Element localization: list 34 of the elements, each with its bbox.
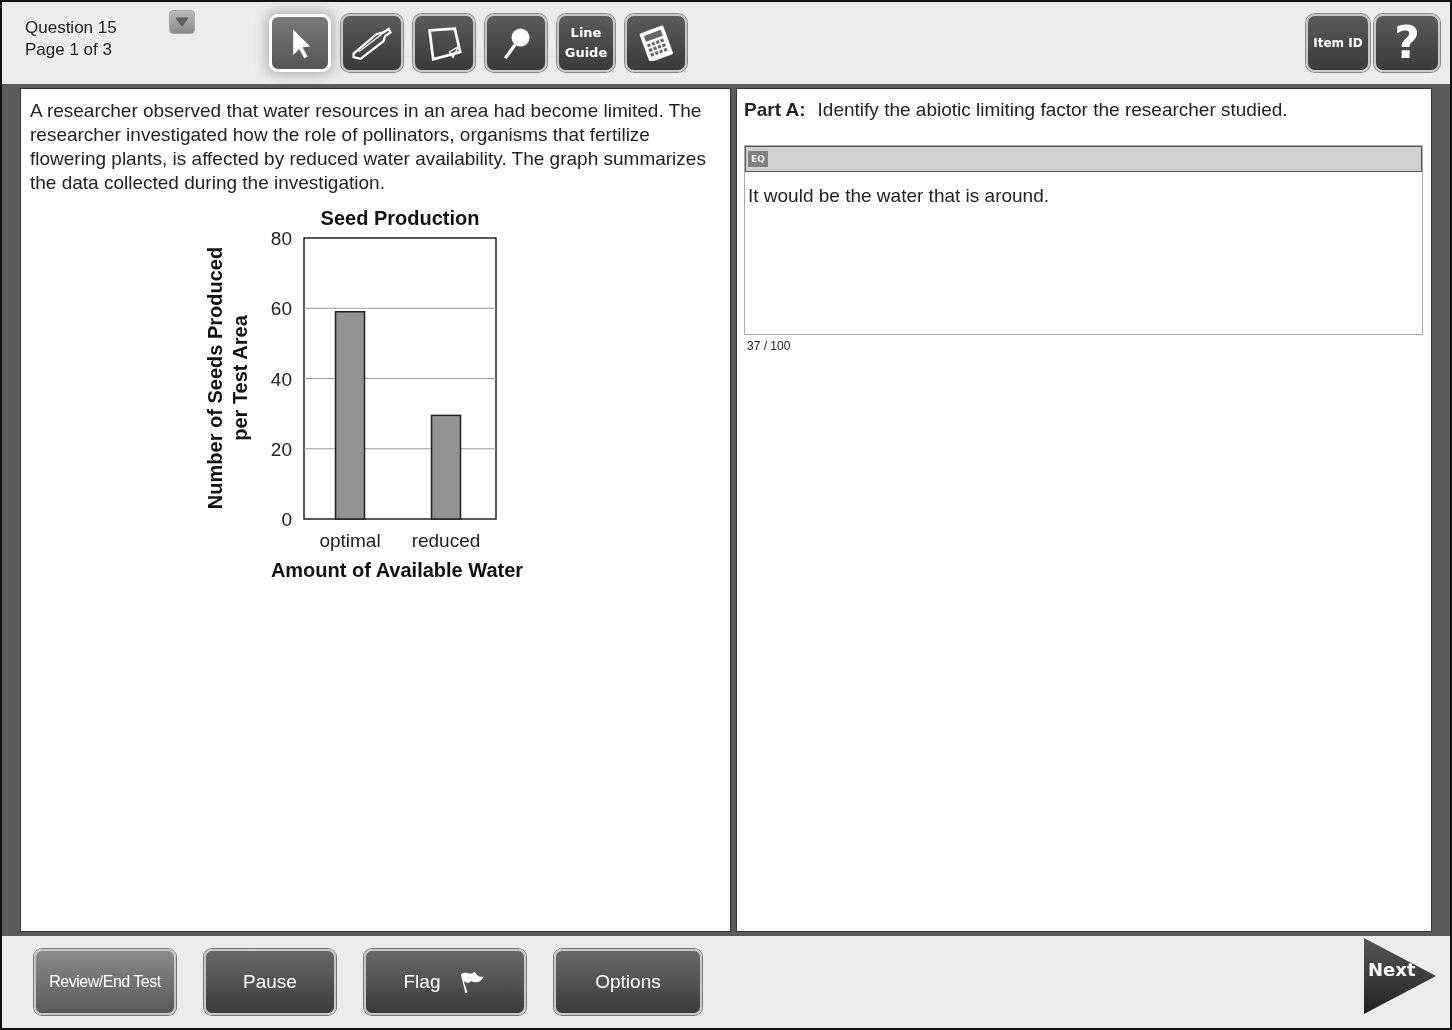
chart-title: Seed Production [320, 207, 480, 229]
line-guide-button[interactable]: Line Guide [557, 14, 615, 72]
y-axis-label: Number of Seeds Produced [204, 246, 226, 510]
x-axis-label: Amount of Available Water [270, 559, 524, 581]
next-button[interactable]: Next [1364, 938, 1436, 1014]
item-id-button[interactable]: Item ID [1306, 14, 1370, 72]
character-counter: 37 / 100 [746, 339, 792, 353]
note-tool-button[interactable] [413, 14, 475, 72]
highlighter-icon [350, 25, 394, 61]
y-tick-label: 80 [270, 228, 292, 249]
y-tick-label: 60 [270, 298, 292, 320]
answer-field[interactable]: It would be the water that is around. [745, 172, 1422, 334]
pointer-tool-button[interactable] [269, 14, 331, 72]
footer-button[interactable]: Review/End Test [34, 949, 176, 1015]
footer-button[interactable]: Pause [204, 949, 336, 1015]
passage-text: A researcher observed that water resources in an area had become limited. The researcher investigated how the role of pollinators, organisms that fertilize flowering plants, is affected by reduced water availability. The graph summarizes the data collected during the investigation. [30, 99, 706, 195]
footer-button[interactable]: Flag [364, 949, 526, 1015]
highlighter-tool-button[interactable] [341, 14, 403, 72]
y-tick-label: 20 [270, 438, 292, 460]
page-indicator: Page 1 of 3 [25, 39, 113, 61]
question-prompt: Identify the abiotic limiting factor the researcher studied. [817, 99, 1288, 121]
x-category-label: reduced [411, 530, 481, 551]
help-button[interactable]: ? [1374, 14, 1440, 72]
question-number: Question 15 [25, 17, 118, 39]
dropdown-button[interactable] [169, 10, 195, 34]
part-label: Part A: [744, 99, 806, 121]
y-axis-label: per Test Area [229, 315, 251, 441]
x-category-label: optimal [319, 530, 381, 551]
y-tick-label: 40 [270, 368, 292, 390]
caret-icon [175, 17, 189, 27]
calculator-tool-button[interactable] [625, 14, 687, 72]
y-tick-label: 0 [281, 509, 292, 530]
magnifier-tool-button[interactable] [485, 14, 547, 72]
footer-button[interactable]: Options [554, 949, 702, 1015]
